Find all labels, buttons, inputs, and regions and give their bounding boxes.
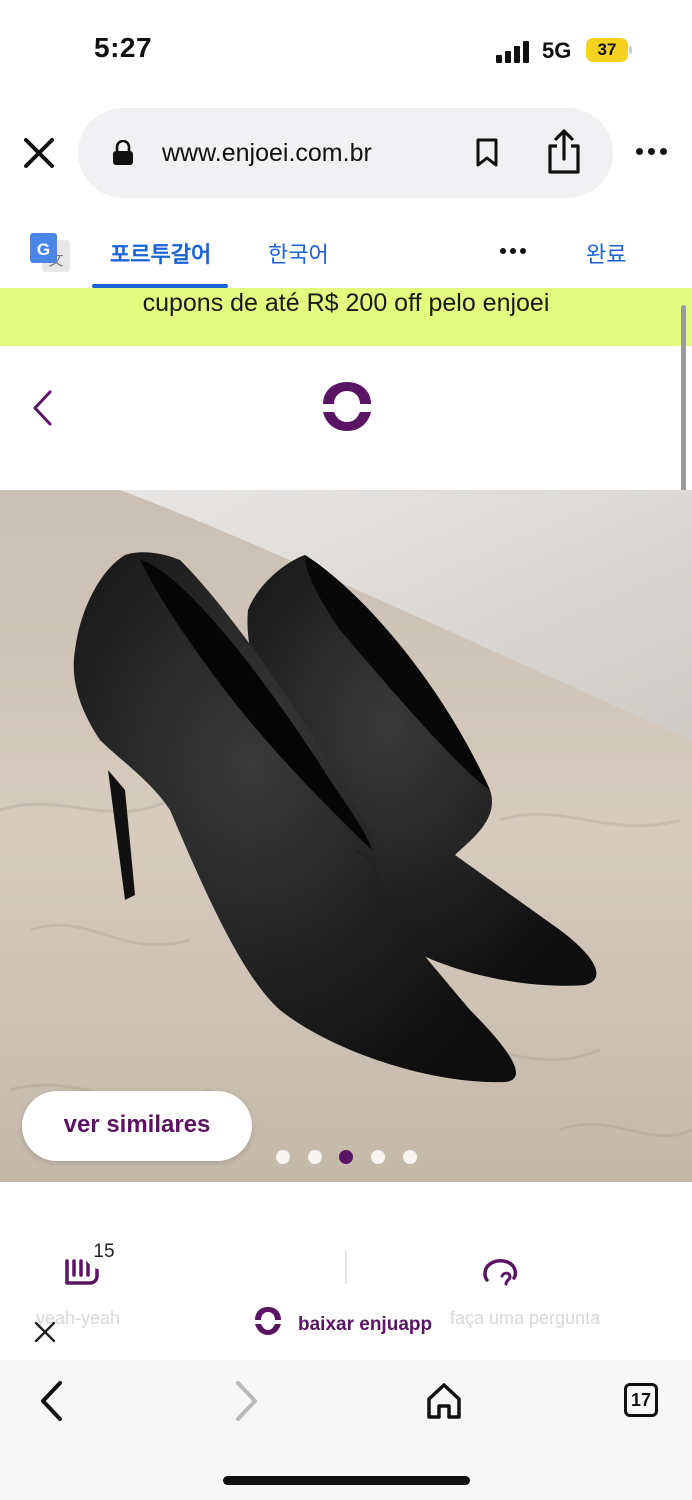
back-arrow-icon[interactable] [38,1380,64,1422]
carousel-dots[interactable] [276,1150,417,1166]
likes-count-badge: 15 [84,1234,124,1270]
close-banner-icon[interactable] [34,1321,56,1343]
ask-question-label: faça uma pergunta [450,1308,601,1328]
bookmark-icon[interactable] [475,138,499,168]
download-app-link[interactable]: baixar enjuapp [298,1314,432,1336]
scrollbar[interactable] [681,305,686,495]
close-icon[interactable] [22,136,56,170]
signal-icon [496,41,530,63]
network-label: 5G [542,38,572,63]
boots-photo [0,490,692,1182]
tabs-button[interactable]: 17 [624,1383,658,1417]
more-options-icon[interactable] [636,148,670,158]
tab-target-language[interactable]: 한국어 [268,237,329,269]
carousel-dot-active[interactable] [339,1150,353,1164]
share-icon[interactable] [546,129,582,175]
forward-arrow-icon[interactable] [234,1380,260,1422]
url-text[interactable]: www.enjoei.com.br [162,139,372,168]
battery-tip [629,46,632,54]
home-icon[interactable] [426,1382,462,1420]
tab-source-language[interactable]: 포르투갈어 [110,237,211,269]
enjoei-logo[interactable] [320,378,374,434]
enjuapp-logo-icon [255,1307,281,1335]
back-chevron-icon[interactable] [30,388,54,428]
svg-text:G: G [37,240,50,259]
battery-icon: 37 [586,38,628,62]
google-translate-icon[interactable]: 文 G [28,232,72,274]
carousel-dot[interactable] [403,1150,417,1164]
carousel-dot[interactable] [276,1150,290,1164]
see-similar-label[interactable]: ver similares [22,1111,252,1139]
carousel-dot[interactable] [308,1150,322,1164]
actions-divider [345,1250,347,1284]
question-bubble-icon[interactable] [482,1258,520,1288]
lock-icon [113,140,133,165]
carousel-dot[interactable] [371,1150,385,1164]
promo-text[interactable]: cupons de até R$ 200 off pelo enjoei [0,288,692,318]
translate-more-icon[interactable] [500,248,526,256]
product-image[interactable] [0,490,692,1182]
done-button[interactable]: 완료 [586,237,626,269]
status-time: 5:27 [94,32,153,63]
home-indicator[interactable] [223,1476,470,1485]
